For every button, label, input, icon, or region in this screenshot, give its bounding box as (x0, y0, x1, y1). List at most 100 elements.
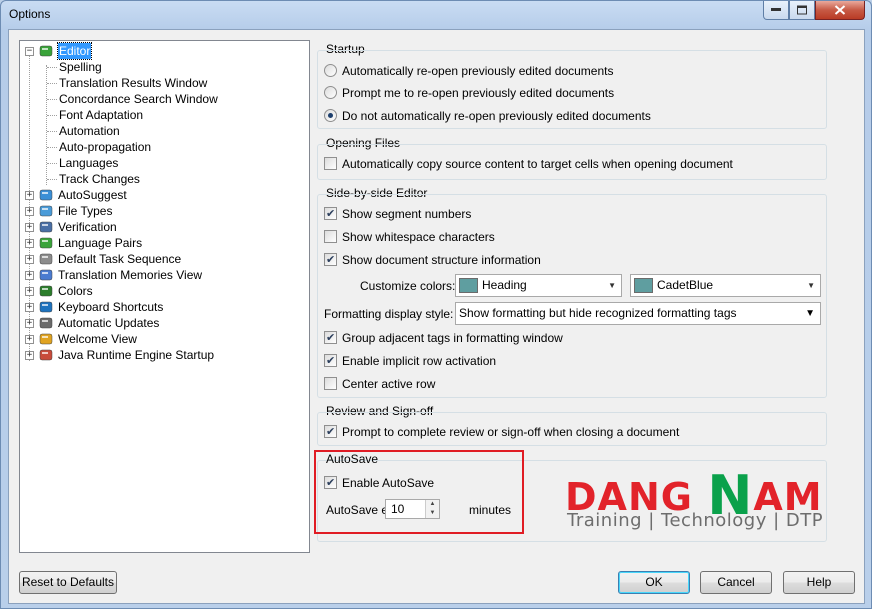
color-value-combo[interactable]: CadetBlue ▼ (630, 274, 821, 297)
color-target-combo[interactable]: Heading ▼ (455, 274, 622, 297)
tree-item-welcome-view[interactable]: + Welcome View (20, 331, 309, 347)
expand-icon[interactable]: + (25, 255, 34, 264)
tree-item-automation[interactable]: Automation (20, 123, 309, 139)
doc-structure-checkbox[interactable]: Show document structure information (324, 252, 541, 268)
group-tags-checkbox[interactable]: Group adjacent tags in formatting window (324, 330, 563, 346)
tree-item-java-runtime-engine-startup[interactable]: + Java Runtime Engine Startup (20, 347, 309, 363)
color-target-swatch (459, 278, 478, 293)
expand-icon[interactable]: + (25, 319, 34, 328)
tree-item-label: Editor (56, 42, 93, 60)
customize-colors-label: Customize colors: (360, 279, 456, 293)
tree-item-label: Colors (58, 284, 93, 298)
colors-icon (39, 284, 53, 298)
tree-item-languages[interactable]: Languages (20, 155, 309, 171)
startup-option-no-reopen[interactable]: Do not automatically re-open previously … (324, 108, 651, 124)
whitespace-checkbox[interactable]: Show whitespace characters (324, 229, 495, 245)
file-types-icon (39, 204, 53, 218)
verification-icon (39, 220, 53, 234)
expand-icon[interactable]: + (25, 223, 34, 232)
startup-option-reopen[interactable]: Automatically re-open previously edited … (324, 63, 613, 79)
tree-item-auto-propagation[interactable]: Auto-propagation (20, 139, 309, 155)
options-tree[interactable]: − Editor Spelling Translation Results Windo… (19, 40, 310, 553)
radio-no-reopen[interactable] (324, 109, 337, 123)
tree-item-language-pairs[interactable]: + Language Pairs (20, 235, 309, 251)
maximize-button[interactable] (789, 1, 815, 20)
tree-item-track-changes[interactable]: Track Changes (20, 171, 309, 187)
tree-item-label: Java Runtime Engine Startup (58, 348, 215, 362)
highlight-box (314, 450, 524, 534)
format-style-combo[interactable]: Show formatting but hide recognized form… (455, 302, 821, 325)
tree-item-editor[interactable]: − Editor (20, 42, 309, 60)
tree-item-label: AutoSuggest (58, 188, 127, 202)
tree-item-default-task-sequence[interactable]: + Default Task Sequence (20, 251, 309, 267)
tree-item-colors[interactable]: + Colors (20, 283, 309, 299)
autosuggest-icon (39, 188, 53, 202)
radio-reopen[interactable] (324, 64, 337, 78)
startup-option-prompt[interactable]: Prompt me to re-open previously edited d… (324, 85, 614, 101)
tree-item-translation-results-window[interactable]: Translation Results Window (20, 75, 309, 91)
tree-item-autosuggest[interactable]: + AutoSuggest (20, 187, 309, 203)
tree-item-label: Verification (58, 220, 117, 234)
expand-icon[interactable]: + (25, 207, 34, 216)
tree-item-spelling[interactable]: Spelling (20, 59, 309, 75)
chevron-down-icon: ▼ (608, 281, 616, 290)
java-icon (39, 348, 53, 362)
collapse-icon[interactable]: − (25, 47, 34, 56)
tree-item-label: Keyboard Shortcuts (58, 300, 164, 314)
language-pairs-icon (39, 236, 53, 250)
tree-item-label: Welcome View (58, 332, 137, 346)
minimize-button[interactable] (763, 1, 789, 20)
tree-item-label: Concordance Search Window (59, 92, 218, 106)
reset-defaults-button[interactable]: Reset to Defaults (19, 571, 117, 594)
chevron-down-icon: ▼ (805, 308, 815, 319)
ok-button[interactable]: OK (618, 571, 690, 594)
options-window: Options − Editor Spelling Translation Resul… (0, 0, 872, 609)
tree-item-verification[interactable]: + Verification (20, 219, 309, 235)
tree-item-label: Spelling (59, 60, 102, 74)
expand-icon[interactable]: + (25, 191, 34, 200)
chevron-down-icon: ▼ (807, 281, 815, 290)
expand-icon[interactable]: + (25, 239, 34, 248)
cancel-button[interactable]: Cancel (700, 571, 772, 594)
tree-item-font-adaptation[interactable]: Font Adaptation (20, 107, 309, 123)
tree-item-label: Automatic Updates (58, 316, 160, 330)
updates-icon (39, 316, 53, 330)
logo-tagline: Training | Technology | DTP (567, 510, 824, 531)
segment-numbers-checkbox[interactable]: Show segment numbers (324, 206, 471, 222)
tree-item-label: Language Pairs (58, 236, 143, 250)
tree-item-translation-memories-view[interactable]: + Translation Memories View (20, 267, 309, 283)
radio-prompt[interactable] (324, 86, 337, 100)
pencil-icon (39, 44, 53, 58)
tree-item-label: Translation Results Window (59, 76, 208, 90)
tree-item-file-types[interactable]: + File Types (20, 203, 309, 219)
expand-icon[interactable]: + (25, 351, 34, 360)
maximize-icon (797, 5, 807, 15)
minimize-icon (771, 8, 781, 11)
tree-item-label: Auto-propagation (59, 140, 152, 154)
expand-icon[interactable]: + (25, 287, 34, 296)
tree-item-concordance-search-window[interactable]: Concordance Search Window (20, 91, 309, 107)
keyboard-icon (39, 300, 53, 314)
implicit-row-checkbox[interactable]: Enable implicit row activation (324, 353, 496, 369)
tree-item-label: Translation Memories View (58, 268, 203, 282)
close-button[interactable] (815, 1, 865, 20)
review-prompt-checkbox[interactable]: Prompt to complete review or sign-off wh… (324, 424, 679, 440)
task-sequence-icon (39, 252, 53, 266)
help-button[interactable]: Help (783, 571, 855, 594)
tree-item-keyboard-shortcuts[interactable]: + Keyboard Shortcuts (20, 299, 309, 315)
tree-item-label: File Types (58, 204, 113, 218)
close-icon (834, 5, 846, 15)
window-title: Options (9, 7, 51, 21)
expand-icon[interactable]: + (25, 335, 34, 344)
center-row-checkbox[interactable]: Center active row (324, 376, 435, 392)
expand-icon[interactable]: + (25, 271, 34, 280)
copy-source-checkbox[interactable]: Automatically copy source content to tar… (324, 156, 733, 172)
tree-item-label: Automation (59, 124, 120, 138)
tree-item-label: Languages (59, 156, 119, 170)
expand-icon[interactable]: + (25, 303, 34, 312)
tm-view-icon (39, 268, 53, 282)
tree-item-label: Track Changes (59, 172, 140, 186)
tree-item-label: Font Adaptation (59, 108, 144, 122)
tree-item-automatic-updates[interactable]: + Automatic Updates (20, 315, 309, 331)
dialog-client: − Editor Spelling Translation Results Windo… (8, 29, 865, 604)
